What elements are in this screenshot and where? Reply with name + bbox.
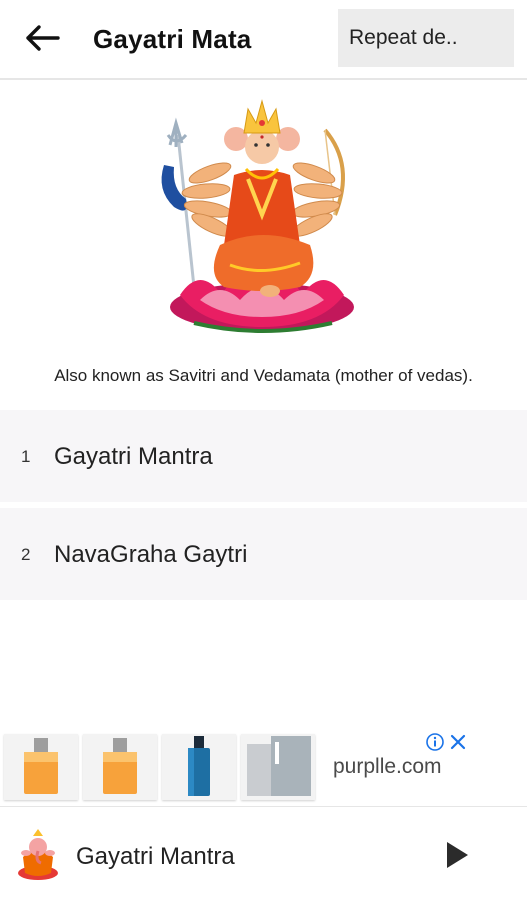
ad-product-perfume-box[interactable]	[241, 734, 315, 800]
item-label: NavaGraha Gaytri	[54, 541, 248, 568]
perfume-bottle-icon	[24, 738, 58, 794]
ganesha-icon	[18, 829, 58, 880]
now-playing-bar: Gayatri Mantra	[0, 806, 527, 901]
info-icon[interactable]	[426, 733, 444, 751]
ad-brand-link[interactable]: purplle.com	[333, 755, 442, 779]
arrow-left-icon	[26, 25, 60, 51]
item-number: 2	[21, 545, 31, 564]
app-bar: Gayatri Mata Repeat de..	[0, 0, 527, 80]
item-number: 1	[21, 447, 31, 466]
gayatri-mata-image	[161, 99, 354, 333]
deity-description: Also known as Savitri and Vedamata (moth…	[54, 366, 473, 385]
ad-banner[interactable]: purplle.com	[0, 725, 527, 805]
list-item[interactable]: 2 NavaGraha Gaytri	[0, 508, 527, 600]
ad-product-cologne-bottle[interactable]	[162, 734, 236, 800]
back-button[interactable]	[22, 20, 62, 56]
perfume-bottle-icon	[103, 738, 137, 794]
repeat-dropdown[interactable]: Repeat de..	[338, 9, 514, 67]
ad-product-perfume-bottle[interactable]	[83, 734, 157, 800]
cologne-bottle-icon	[188, 736, 210, 796]
now-playing-title: Gayatri Mantra	[76, 843, 235, 870]
page-title: Gayatri Mata	[93, 24, 252, 54]
close-icon[interactable]	[449, 733, 467, 751]
perfume-box-icon	[247, 736, 311, 796]
ad-product-perfume-bottle[interactable]	[4, 734, 78, 800]
item-label: Gayatri Mantra	[54, 443, 213, 470]
list-item[interactable]: 1 Gayatri Mantra	[0, 410, 527, 502]
play-icon[interactable]	[436, 837, 476, 873]
